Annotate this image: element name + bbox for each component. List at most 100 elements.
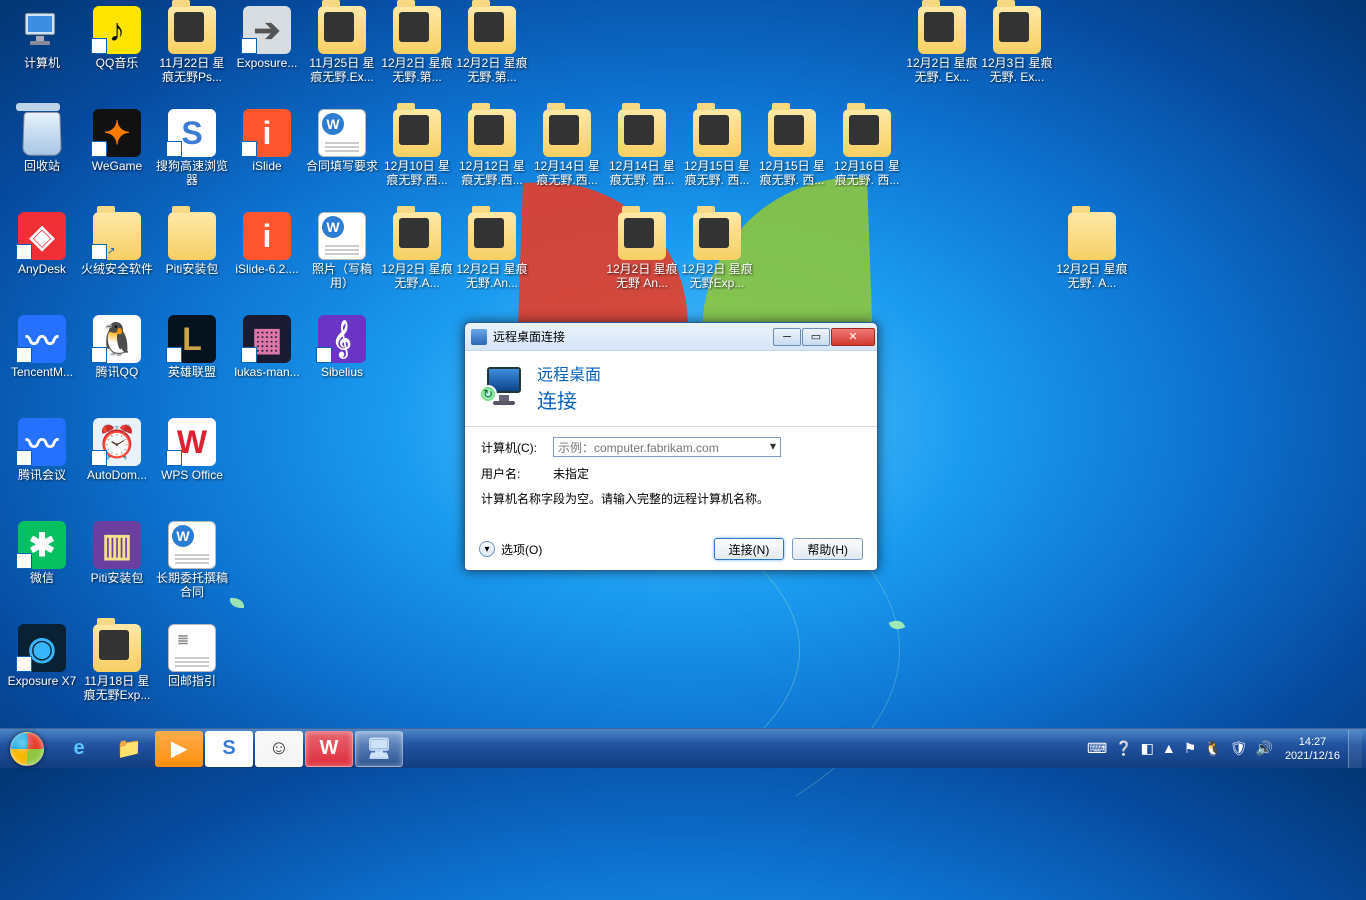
desktop-icon[interactable]: 12月2日 星痕无野.An... (454, 210, 530, 290)
desktop-icon[interactable]: 11月18日 星痕无野Exp... (79, 622, 155, 702)
desktop-icon-label: AnyDesk (16, 262, 68, 276)
desktop-icon[interactable]: iiSlide (229, 107, 305, 173)
desktop-icon-label: 12月16日 星痕无野. 西... (829, 159, 905, 187)
taskbar: e📁▶S☺W🖥 ⌨❔◧▲⚑🐧🛡🔊 14:27 2021/12/16 (0, 728, 1366, 768)
desktop-icon[interactable]: 12月16日 星痕无野. 西... (829, 107, 905, 187)
desktop-icon[interactable]: S搜狗高速浏览器 (154, 107, 230, 187)
taskbar-avatar[interactable]: ☺ (255, 731, 303, 767)
taskbar-rdp[interactable]: 🖥 (355, 731, 403, 767)
desktop-icon[interactable]: Piti安装包 (154, 210, 230, 276)
desktop-icon[interactable]: ≣ 回邮指引 (154, 622, 230, 688)
minimize-button[interactable]: ─ (773, 328, 801, 346)
desktop-icon[interactable]: ➔Exposure... (229, 4, 305, 70)
desktop-icon-label: 12月2日 星痕无野. A... (1054, 262, 1130, 290)
desktop-icon[interactable]: ◈AnyDesk (4, 210, 80, 276)
taskbar-wps[interactable]: W (305, 731, 353, 767)
desktop-icon[interactable]: W 照片（写稿用） (304, 210, 380, 290)
desktop-icon[interactable]: W 合同填写要求 (304, 107, 380, 173)
desktop-icon[interactable]: 12月15日 星痕无野. 西... (754, 107, 830, 187)
desktop-icon[interactable]: iiSlide-6.2.... (229, 210, 305, 276)
tray-icon[interactable]: 🐧 (1200, 740, 1225, 757)
rdp-titlebar[interactable]: 远程桌面连接 ─ ▭ ✕ (465, 323, 877, 351)
desktop-icon-label: 12月12日 星痕无野.西... (454, 159, 530, 187)
options-toggle[interactable]: ▾ 选项(O) (479, 541, 706, 558)
close-button[interactable]: ✕ (831, 328, 875, 346)
desktop-icon[interactable]: 12月2日 星痕无野. Ex... (904, 4, 980, 84)
desktop-icon-label: iSlide (250, 159, 283, 173)
taskbar-sogou[interactable]: S (205, 731, 253, 767)
desktop-icon[interactable]: 12月2日 星痕无野. A... (1054, 210, 1130, 290)
desktop-icon-label: QQ音乐 (94, 56, 141, 70)
desktop-icon[interactable]: ♪QQ音乐 (79, 4, 155, 70)
start-button[interactable] (0, 729, 54, 769)
clock-date: 2021/12/16 (1285, 749, 1340, 763)
desktop-icon[interactable]: 12月2日 星痕无野.第... (379, 4, 455, 84)
show-desktop-button[interactable] (1348, 730, 1362, 768)
help-button[interactable]: 帮助(H) (792, 538, 863, 560)
tray-icon[interactable]: ❔ (1111, 740, 1136, 757)
desktop-icon[interactable]: 回收站 (4, 107, 80, 173)
desktop-icon-label: Sibelius (319, 365, 365, 379)
desktop-icon[interactable]: ✦WeGame (79, 107, 155, 173)
taskbar-clock[interactable]: 14:27 2021/12/16 (1277, 735, 1348, 763)
desktop-icon[interactable]: 12月14日 星痕无野.西... (529, 107, 605, 187)
desktop-icon[interactable]: 计算机 (4, 4, 80, 70)
desktop-icon[interactable]: 12月2日 星痕无野.A... (379, 210, 455, 290)
tray-icon[interactable]: 🛡 (1226, 740, 1252, 757)
desktop-icon-label: 回邮指引 (166, 674, 218, 688)
desktop-icon[interactable]: 12月3日 星痕无野. Ex... (979, 4, 1055, 84)
rdp-banner-line1: 远程桌面 (537, 361, 601, 385)
tray-icon[interactable]: ◧ (1137, 740, 1158, 757)
desktop-icon-label: 12月14日 星痕无野.西... (529, 159, 605, 187)
taskbar-media[interactable]: ▶ (155, 731, 203, 767)
desktop-icon[interactable]: 12月12日 星痕无野.西... (454, 107, 530, 187)
desktop-icon[interactable]: ▦lukas-man... (229, 313, 305, 379)
connect-button[interactable]: 连接(N) (714, 538, 785, 560)
desktop-icon[interactable]: 火绒安全软件 (79, 210, 155, 276)
desktop-icon[interactable]: 12月2日 星痕无野.第... (454, 4, 530, 84)
tray-icon[interactable]: ⌨ (1083, 740, 1111, 757)
desktop-icon[interactable]: 11月22日 星痕无野Ps... (154, 4, 230, 84)
desktop-icon-label: 微信 (28, 571, 56, 585)
desktop-icon[interactable]: 12月2日 星痕无野Exp... (679, 210, 755, 290)
desktop-icon[interactable]: ⏰AutoDom... (79, 416, 155, 482)
desktop-icon-label: 搜狗高速浏览器 (154, 159, 230, 187)
desktop-icon-label: lukas-man... (232, 365, 301, 379)
desktop-icon[interactable]: ◉Exposure X7 (4, 622, 80, 688)
desktop-icon[interactable]: 〰腾讯会议 (4, 416, 80, 482)
desktop-icon[interactable]: 🐧腾讯QQ (79, 313, 155, 379)
desktop-icon[interactable]: ✱微信 (4, 519, 80, 585)
system-tray: ⌨❔◧▲⚑🐧🛡🔊 14:27 2021/12/16 (1079, 729, 1366, 768)
maximize-button[interactable]: ▭ (802, 328, 830, 346)
desktop-icon[interactable]: 12月14日 星痕无野. 西... (604, 107, 680, 187)
taskbar-ie[interactable]: e (55, 731, 103, 767)
desktop-icon-label: TencentM... (9, 365, 75, 379)
computer-combobox[interactable]: 示例：computer.fabrikam.com (553, 437, 781, 457)
tray-icon[interactable]: ⚑ (1180, 740, 1201, 757)
desktop-icon[interactable]: L英雄联盟 (154, 313, 230, 379)
desktop-icon[interactable]: 12月2日 星痕无野 An... (604, 210, 680, 290)
desktop-icon-label: Piti安装包 (164, 262, 221, 276)
desktop-icon-label: 11月25日 星痕无野.Ex... (304, 56, 380, 84)
computer-label: 计算机(C): (481, 439, 553, 456)
desktop-icon-label: 12月2日 星痕无野.第... (379, 56, 455, 84)
taskbar-explorer[interactable]: 📁 (105, 731, 153, 767)
desktop-icon-label: 12月3日 星痕无野. Ex... (979, 56, 1055, 84)
desktop-icon[interactable]: 𝄞Sibelius (304, 313, 380, 379)
chevron-down-icon: ▾ (479, 541, 495, 557)
desktop-icon[interactable]: W 长期委托撰稿合同 (154, 519, 230, 599)
rdp-banner: ↻ 远程桌面 连接 (465, 351, 877, 427)
desktop-icon[interactable]: 12月10日 星痕无野.西... (379, 107, 455, 187)
tray-icon[interactable]: ▲ (1158, 740, 1180, 757)
desktop-icon[interactable]: ▥Piti安装包 (79, 519, 155, 585)
desktop-icon[interactable]: 〰TencentM... (4, 313, 80, 379)
tray-icon[interactable]: 🔊 (1252, 740, 1277, 757)
desktop-icon[interactable]: 11月25日 星痕无野.Ex... (304, 4, 380, 84)
desktop-icon-label: 长期委托撰稿合同 (154, 571, 230, 599)
desktop-icon-label: 计算机 (22, 56, 62, 70)
desktop-icon-label: WPS Office (159, 468, 225, 482)
desktop-icon[interactable]: WWPS Office (154, 416, 230, 482)
desktop-icon-label: 英雄联盟 (166, 365, 218, 379)
desktop-icon[interactable]: 12月15日 星痕无野. 西... (679, 107, 755, 187)
clock-time: 14:27 (1285, 735, 1340, 749)
